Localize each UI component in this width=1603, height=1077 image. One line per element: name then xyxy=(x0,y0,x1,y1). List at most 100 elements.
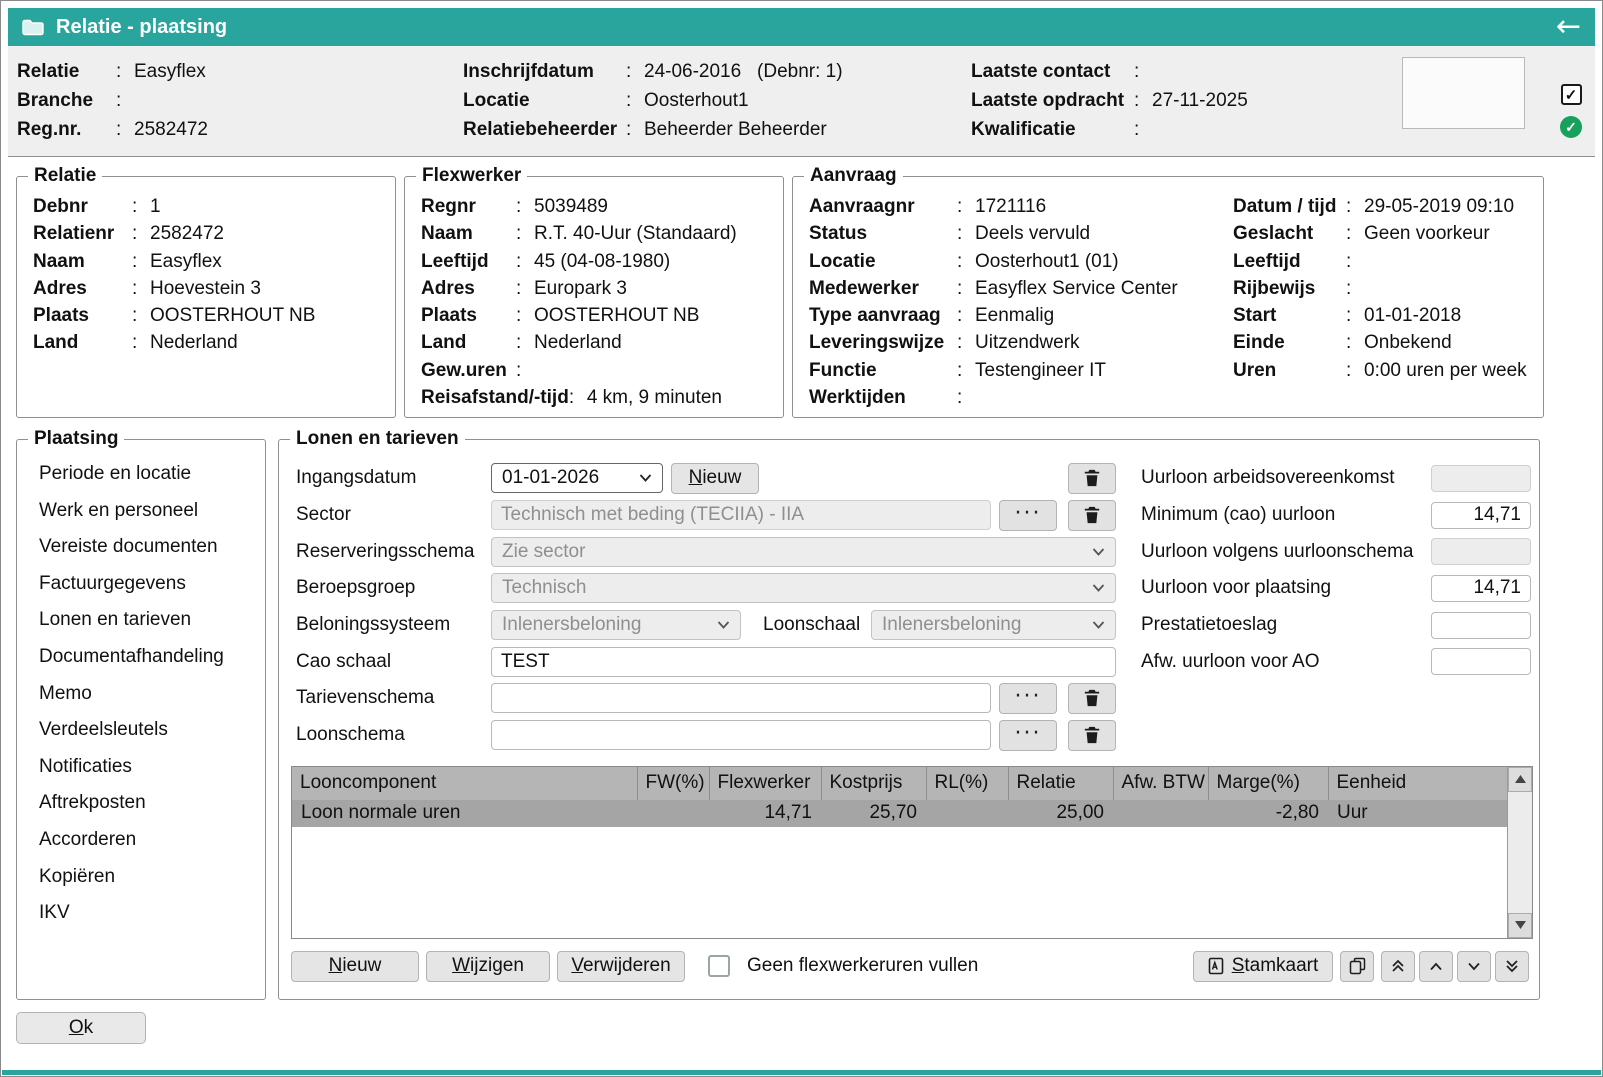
sidebar-item-aftrekposten[interactable]: Aftrekposten xyxy=(17,785,265,822)
green-check-icon[interactable]: ✓ xyxy=(1560,116,1582,138)
col-header-eenheid: Eenheid xyxy=(1328,767,1507,800)
prestatietoeslag-input[interactable] xyxy=(1431,612,1531,639)
table-scrollbar[interactable] xyxy=(1507,767,1532,938)
colon xyxy=(626,57,640,86)
trash-icon xyxy=(1083,468,1101,488)
kv-row: LandNederland xyxy=(405,329,783,356)
cao-schaal-input[interactable] xyxy=(491,647,1116,677)
sidebar-item-notificaties[interactable]: Notificaties xyxy=(17,749,265,786)
sidebar-item-ikv[interactable]: IKV xyxy=(17,895,265,932)
delete-loonschema-button[interactable] xyxy=(1068,720,1116,751)
uurloon-uurloonschema-label: Uurloon volgens uurloonschema xyxy=(1141,541,1431,563)
sector-controls: ··· xyxy=(491,500,1116,531)
move-bottom-button[interactable] xyxy=(1495,951,1529,982)
kv-row: Gew.uren xyxy=(405,357,783,384)
nieuw-button[interactable]: Nieuw xyxy=(291,951,419,982)
kv-value: 01-01-2018 xyxy=(1364,302,1461,329)
verwijderen-button[interactable]: Verwijderen xyxy=(557,951,685,982)
stamkaart-button[interactable]: Stamkaart xyxy=(1193,951,1333,982)
kv-row: Uren0:00 uren per week xyxy=(1217,357,1543,384)
sidebar-item-memo[interactable]: Memo xyxy=(17,676,265,713)
reserveringsschema-controls: Zie sector xyxy=(491,537,1116,567)
info-label: Relatiebeheerder xyxy=(463,115,626,144)
tarievenschema-browse-button[interactable]: ··· xyxy=(999,683,1057,714)
info-row: Reg.nr. 2582472 xyxy=(17,115,463,144)
kv-row: PlaatsOOSTERHOUT NB xyxy=(405,302,783,329)
scroll-up-button[interactable] xyxy=(1508,767,1532,792)
colon xyxy=(1346,329,1360,356)
col-header-flexwerker: Flexwerker xyxy=(709,767,821,800)
uurloon-plaatsing-input[interactable] xyxy=(1431,575,1531,602)
sidebar-item-kopieren[interactable]: Kopiëren xyxy=(17,859,265,896)
loonschema-browse-button[interactable]: ··· xyxy=(999,720,1057,751)
kv-row: EindeOnbekend xyxy=(1217,329,1543,356)
nieuw-ingangsdatum-button[interactable]: Nieuw xyxy=(671,463,759,494)
plaatsing-menu-panel: Plaatsing Periode en locatie Werk en per… xyxy=(16,428,266,1000)
ingangsdatum-label: Ingangsdatum xyxy=(296,467,491,489)
delete-ingangsdatum-button[interactable] xyxy=(1068,463,1116,494)
colon xyxy=(1346,193,1360,220)
sector-browse-button[interactable]: ··· xyxy=(999,500,1057,531)
move-down-button[interactable] xyxy=(1457,951,1491,982)
table-row[interactable]: Loon normale uren 14,71 25,70 25,00 -2,8… xyxy=(292,800,1507,827)
lonen-en-tarieven-panel: Lonen en tarieven Ingangsdatum 01-01-202… xyxy=(278,428,1540,1000)
info-row: Laatste opdracht 27-11-2025 xyxy=(971,86,1356,115)
checked-checkbox-icon[interactable]: ✓ xyxy=(1561,84,1582,105)
scroll-track[interactable] xyxy=(1508,792,1532,913)
sidebar-item-factuurgegevens[interactable]: Factuurgegevens xyxy=(17,566,265,603)
kv-value: Easyflex Service Center xyxy=(975,275,1178,302)
rate-row: Prestatietoeslag xyxy=(1141,607,1531,644)
form-row-beroepsgroep: Beroepsgroep Technisch xyxy=(296,570,1116,607)
minimum-cao-uurloon-input[interactable] xyxy=(1431,502,1531,529)
beloningssysteem-value: Inlenersbeloning xyxy=(502,614,709,636)
sidebar-item-lonen-en-tarieven[interactable]: Lonen en tarieven xyxy=(17,602,265,639)
kv-label: Regnr xyxy=(421,193,516,220)
colon xyxy=(957,357,971,384)
flexwerker-panel: Flexwerker Regnr5039489 NaamR.T. 40-Uur … xyxy=(404,165,784,418)
photo-placeholder xyxy=(1402,57,1525,129)
move-up-button[interactable] xyxy=(1419,951,1453,982)
table-actions: Nieuw Wijzigen Verwijderen Geen flexwerk… xyxy=(291,951,1529,982)
ingangsdatum-select[interactable]: 01-01-2026 xyxy=(491,463,663,493)
tarievenschema-input[interactable] xyxy=(491,683,991,713)
loonschema-input[interactable] xyxy=(491,720,991,750)
window-bottom-strip xyxy=(2,1070,1601,1075)
cell-fw-pct xyxy=(637,800,709,827)
kv-value: Uitzendwerk xyxy=(975,329,1080,356)
sidebar-item-vereiste-documenten[interactable]: Vereiste documenten xyxy=(17,529,265,566)
colon xyxy=(957,302,971,329)
sidebar-item-accorderen[interactable]: Accorderen xyxy=(17,822,265,859)
aanvraag-panel-title: Aanvraag xyxy=(804,165,903,187)
delete-tarievenschema-button[interactable] xyxy=(1068,683,1116,714)
back-button[interactable]: ← xyxy=(1556,12,1581,42)
geen-flexwerkeruren-checkbox[interactable] xyxy=(708,955,730,977)
colon xyxy=(1134,115,1148,144)
cell-kostprijs: 25,70 xyxy=(821,800,926,827)
beroepsgroep-select: Technisch xyxy=(491,573,1116,603)
sidebar-item-periode-en-locatie[interactable]: Periode en locatie xyxy=(17,456,265,493)
move-top-button[interactable] xyxy=(1381,951,1415,982)
cell-relatie: 25,00 xyxy=(1008,800,1113,827)
info-column-contact: Laatste contact Laatste opdracht 27-11-2… xyxy=(971,57,1356,144)
colon xyxy=(132,302,146,329)
sidebar-item-werk-en-personeel[interactable]: Werk en personeel xyxy=(17,493,265,530)
kv-row: Aanvraagnr1721116 xyxy=(793,193,1217,220)
kv-row: Datum / tijd29-05-2019 09:10 xyxy=(1217,193,1543,220)
colon xyxy=(1134,57,1148,86)
sidebar-item-verdeelsleutels[interactable]: Verdeelsleutels xyxy=(17,712,265,749)
sidebar-item-documentafhandeling[interactable]: Documentafhandeling xyxy=(17,639,265,676)
loonschema-label: Loonschema xyxy=(296,724,491,746)
scroll-down-button[interactable] xyxy=(1508,913,1532,938)
chevron-down-icon xyxy=(639,474,652,482)
form-row-loonschema: Loonschema ··· xyxy=(296,717,1116,754)
wijzigen-button[interactable]: Wijzigen xyxy=(426,951,550,982)
kv-value: Europark 3 xyxy=(534,275,627,302)
kv-row: GeslachtGeen voorkeur xyxy=(1217,220,1543,247)
cell-afw-btw xyxy=(1113,800,1208,827)
uurloon-ao-input xyxy=(1431,465,1531,492)
info-row: Branche xyxy=(17,86,463,115)
afw-uurloon-ao-input[interactable] xyxy=(1431,648,1531,675)
copy-button[interactable] xyxy=(1340,951,1374,982)
delete-sector-button[interactable] xyxy=(1068,500,1116,531)
ok-button[interactable]: Ok xyxy=(16,1012,146,1044)
